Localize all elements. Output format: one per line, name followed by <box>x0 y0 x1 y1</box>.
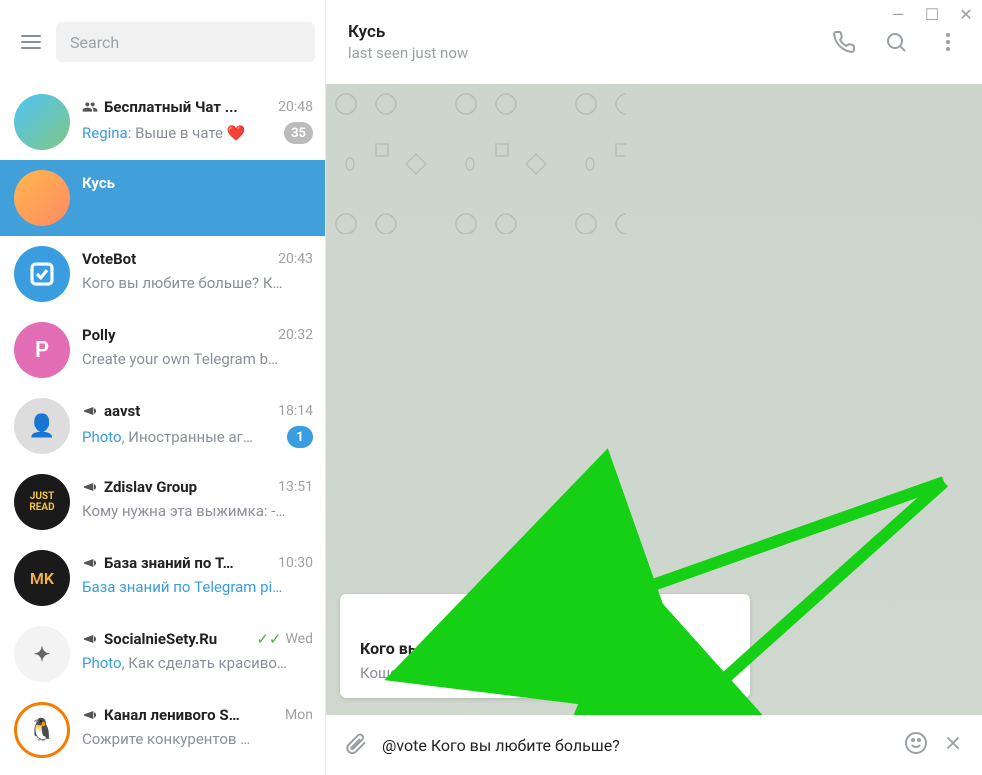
avatar: MK <box>14 550 70 606</box>
avatar <box>14 170 70 226</box>
chat-item[interactable]: VoteBot 20:43 Кого вы любите больше? К… <box>0 236 325 312</box>
chat-item[interactable]: ✦ SocialnieSety.Ru ✓✓ Wed Photo, Как сде… <box>0 616 325 692</box>
window-minimize-icon[interactable]: — <box>888 4 908 24</box>
chat-name: Канал ленивого S… <box>104 706 240 724</box>
chat-name: VoteBot <box>82 250 136 268</box>
read-checks-icon: ✓✓ <box>256 630 281 648</box>
chat-preview: Кому нужна эта выжимка: -… <box>82 502 313 520</box>
group-icon <box>82 99 98 115</box>
popup-options: Кошек / Собак / Попугаев <box>360 664 730 682</box>
avatar: 👤 <box>14 398 70 454</box>
megaphone-icon <box>82 707 98 723</box>
chat-time: Mon <box>285 707 313 723</box>
chat-preview: Сожрите конкурентов … <box>82 730 313 748</box>
chat-name: SocialnieSety.Ru <box>104 630 217 648</box>
chat-background: Create ne Кого вы любите больше? Кошек /… <box>326 84 982 715</box>
chat-time: 10:30 <box>278 555 313 571</box>
chat-item[interactable]: MK База знаний по T… 10:30 База знаний п… <box>0 540 325 616</box>
chat-time: 18:14 <box>278 403 313 419</box>
call-icon[interactable] <box>832 30 856 54</box>
chat-item[interactable]: 👤 aavst 18:14 Photo, Иностранные аг… <box>0 388 325 464</box>
popup-title: Create ne <box>360 608 730 627</box>
chat-preview: Кого вы любите больше? К… <box>82 274 313 292</box>
chat-preview: Photo, Иностранные аг… <box>82 428 281 446</box>
chat-name: База знаний по T… <box>104 554 234 572</box>
chat-item[interactable]: 🐧 Канал ленивого S… Mon Сожрите конкурен… <box>0 692 325 768</box>
chat-time: 13:51 <box>278 479 313 495</box>
chat-name: Бесплатный Чат ... <box>104 98 238 116</box>
avatar: P <box>14 322 70 378</box>
chat-item[interactable]: Кусь <box>0 160 325 236</box>
unread-badge: 1 <box>287 426 313 448</box>
message-composer: @vote Кого вы любите больше? <box>326 715 982 775</box>
megaphone-icon <box>82 403 98 419</box>
chat-time: 20:43 <box>278 251 313 267</box>
chat-subtitle: last seen just now <box>348 44 832 62</box>
chat-preview: Photo, Как сделать красиво… <box>82 654 313 672</box>
window-maximize-icon[interactable]: ☐ <box>922 4 942 24</box>
sidebar: Search Бесплатный Чат ... 20:48 <box>0 0 326 775</box>
chat-preview: Create your own Telegram b… <box>82 350 313 368</box>
window-close-icon[interactable]: ✕ <box>956 4 976 24</box>
search-icon[interactable] <box>884 30 908 54</box>
chat-item[interactable]: JUSTREAD Zdislav Group 13:51 Кому нужна … <box>0 464 325 540</box>
chat-item[interactable]: Бесплатный Чат ... 20:48 Regina: Выше в … <box>0 84 325 160</box>
chat-header[interactable]: Кусь last seen just now <box>326 0 982 84</box>
chat-name: aavst <box>104 402 140 420</box>
more-icon[interactable] <box>936 30 960 54</box>
inline-bot-popup[interactable]: Create ne Кого вы любите больше? Кошек /… <box>340 594 750 698</box>
megaphone-icon <box>82 479 98 495</box>
emoji-icon[interactable] <box>904 731 928 759</box>
chat-time: ✓✓ Wed <box>256 630 313 648</box>
attach-icon[interactable] <box>344 731 368 759</box>
message-input[interactable]: @vote Кого вы любите больше? <box>382 736 890 755</box>
search-input[interactable]: Search <box>56 22 315 62</box>
popup-question: Кого вы любите больше? <box>360 639 730 658</box>
avatar <box>14 94 70 150</box>
chat-list: Бесплатный Чат ... 20:48 Regina: Выше в … <box>0 84 325 775</box>
chat-name: Zdislav Group <box>104 478 197 496</box>
chat-preview: Regina: Выше в чате ❤️ <box>82 124 278 142</box>
avatar: 🐧 <box>14 702 70 758</box>
chat-name: Polly <box>82 326 116 344</box>
megaphone-icon <box>82 555 98 571</box>
chat-name: Кусь <box>82 174 115 192</box>
chat-time: 20:32 <box>278 327 313 343</box>
megaphone-icon <box>82 631 98 647</box>
avatar: JUSTREAD <box>14 474 70 530</box>
clear-icon[interactable] <box>942 732 964 758</box>
chat-preview: База знаний по Telegram pi… <box>82 578 313 596</box>
chat-title: Кусь <box>348 22 832 42</box>
avatar: ✦ <box>14 626 70 682</box>
main-panel: Кусь last seen just now Create ne Кого в… <box>326 0 982 775</box>
chat-item[interactable]: P Polly 20:32 Create your own Telegram b… <box>0 312 325 388</box>
chat-time: 20:48 <box>278 99 313 115</box>
unread-badge: 35 <box>284 122 313 144</box>
menu-button[interactable] <box>12 23 50 61</box>
avatar <box>14 246 70 302</box>
search-placeholder: Search <box>70 33 119 52</box>
